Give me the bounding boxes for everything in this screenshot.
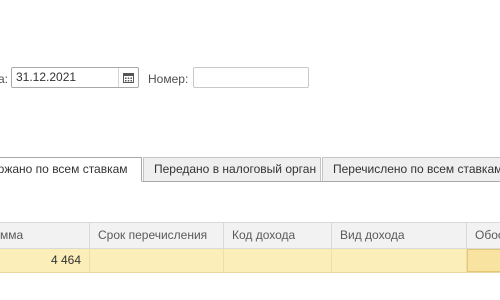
cell-income-type[interactable]	[332, 249, 467, 272]
column-header-payment-deadline[interactable]: Срок перечисления	[90, 223, 224, 248]
date-label: а:	[0, 72, 9, 86]
column-header-income-code[interactable]: Код дохода	[224, 223, 332, 248]
cell-basis[interactable]	[467, 249, 500, 272]
tab-paid-all-rates[interactable]: Перечислено по всем ставкам	[322, 157, 500, 181]
column-header-amount[interactable]: мма	[0, 223, 90, 248]
tab-label: Перечислено по всем ставкам	[333, 162, 500, 176]
cell-payment-deadline[interactable]	[90, 249, 224, 272]
document-form: а: 31.12.2021 Номер: ержано по всем став…	[0, 0, 500, 300]
payments-table: мма Срок перечисления Код дохода Вид дох…	[0, 222, 500, 273]
tab-bar: ержано по всем ставкам Передано в налого…	[0, 157, 500, 182]
tab-label: Передано в налоговый орган	[154, 162, 317, 176]
number-field[interactable]	[193, 67, 309, 88]
cell-income-code[interactable]	[224, 249, 332, 272]
tab-label: ержано по всем ставкам	[0, 162, 128, 176]
tab-withheld-all-rates[interactable]: ержано по всем ставкам	[0, 157, 142, 182]
table-row[interactable]: 4 464	[0, 249, 500, 273]
date-field[interactable]: 31.12.2021	[11, 67, 139, 88]
table-header: мма Срок перечисления Код дохода Вид дох…	[0, 222, 500, 249]
calendar-icon	[123, 73, 134, 83]
calendar-button[interactable]	[118, 68, 138, 87]
tab-transferred-to-tax-authority[interactable]: Передано в налоговый орган	[143, 157, 321, 181]
date-value[interactable]: 31.12.2021	[12, 68, 118, 87]
number-label: Номер:	[148, 72, 189, 86]
column-header-basis[interactable]: Обос	[467, 223, 500, 248]
cell-amount[interactable]: 4 464	[0, 249, 90, 272]
column-header-income-type[interactable]: Вид дохода	[332, 223, 467, 248]
